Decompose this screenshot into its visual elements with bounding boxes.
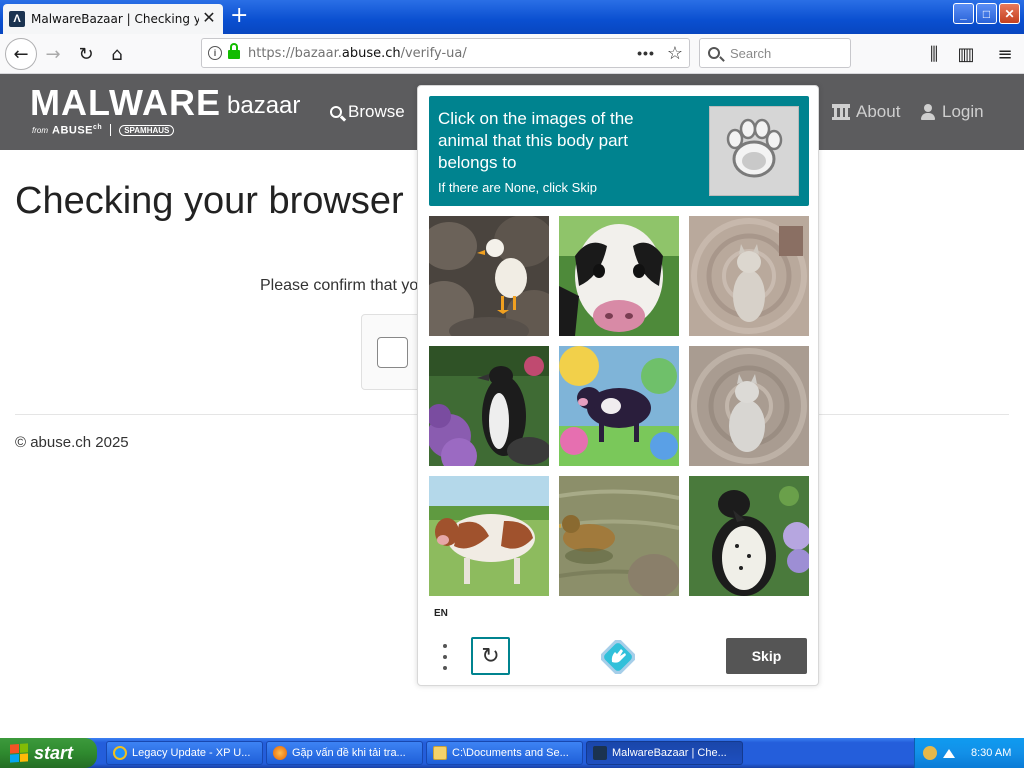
taskbar-item-label: Gặp vấn đề khi tải tra... (292, 747, 406, 759)
tab-title: MalwareBazaar | Checking your bro (31, 12, 199, 26)
url-domain: abuse.ch (341, 45, 401, 61)
sidebar-icon[interactable]: ▥ (954, 42, 978, 66)
logo-malware[interactable]: MALWARE (30, 82, 221, 124)
bookmark-star-icon[interactable]: ☆ (667, 43, 683, 64)
logo-from: from (32, 125, 48, 135)
confirm-text: Please confirm that you (260, 277, 428, 294)
start-button[interactable]: start (0, 738, 97, 768)
lock-icon (228, 43, 240, 59)
search-icon (330, 106, 342, 118)
minimize-button[interactable]: _ (953, 3, 974, 24)
browser-tab[interactable]: Λ MalwareBazaar | Checking your bro ✕ (3, 4, 223, 34)
taskbar-item-legacy-update[interactable]: Legacy Update - XP U... (106, 741, 263, 765)
image-tile-duck-water[interactable] (559, 476, 679, 596)
eject-icon[interactable] (943, 748, 955, 758)
search-placeholder: Search (730, 45, 772, 61)
search-icon (708, 47, 720, 59)
nav-login[interactable]: Login (920, 102, 984, 122)
title-bar: Λ MalwareBazaar | Checking your bro ✕ + … (0, 0, 1024, 34)
system-tray: 8:30 AM (914, 738, 1024, 768)
windows-flag-icon (10, 743, 28, 763)
taskbar-item-label: MalwareBazaar | Che... (612, 747, 727, 759)
image-tile-cow-field[interactable] (429, 476, 549, 596)
hcaptcha-logo-icon[interactable] (599, 638, 637, 676)
url-path: /verify-ua/ (400, 45, 467, 61)
reload-button[interactable]: ↻ (74, 42, 98, 66)
image-tile-cat-distorted[interactable] (689, 346, 809, 466)
skip-button[interactable]: Skip (726, 638, 807, 674)
nav-about[interactable]: About (832, 102, 900, 122)
site-info-icon[interactable]: i (208, 46, 222, 60)
home-button[interactable]: ⌂ (105, 42, 129, 66)
paw-print-example-icon (709, 106, 799, 196)
user-icon (920, 104, 936, 120)
captcha-checkbox[interactable] (377, 337, 408, 368)
folder-icon (433, 746, 447, 760)
challenge-prompt: Click on the images of the animal that t… (429, 96, 809, 206)
language-selector[interactable]: EN (434, 608, 448, 619)
malwarebazaar-favicon-icon: Λ (9, 11, 25, 27)
taskbar-item-label: C:\Documents and Se... (452, 747, 569, 759)
logo-abuse-text: ABUSE (52, 124, 94, 137)
taskbar-item-firefox[interactable]: Gặp vấn đề khi tải tra... (266, 741, 423, 765)
search-input[interactable]: Search (699, 38, 851, 68)
back-button[interactable]: ← (5, 38, 37, 70)
nav-login-label: Login (942, 102, 984, 121)
taskbar: start Legacy Update - XP U... Gặp vấn đề… (0, 738, 1024, 768)
navigation-toolbar: ← → ↻ ⌂ i https://bazaar.abuse.ch/verify… (0, 34, 1024, 74)
new-tab-button[interactable]: + (230, 5, 248, 27)
nav-about-label: About (856, 102, 901, 121)
image-tile-penguin-flowers[interactable] (429, 346, 549, 466)
maximize-button[interactable]: □ (976, 3, 997, 24)
logo-bazaar[interactable]: bazaar (227, 92, 300, 120)
page-title: Checking your browser (15, 180, 404, 222)
close-window-button[interactable]: ✕ (999, 3, 1020, 24)
image-tile-cow-colorful[interactable] (559, 346, 679, 466)
ie-icon (113, 746, 127, 760)
forward-button[interactable]: → (41, 42, 65, 66)
image-tile-cat-distorted[interactable] (689, 216, 809, 336)
clock[interactable]: 8:30 AM (971, 747, 1011, 759)
library-icon[interactable]: ⫼ (922, 42, 946, 66)
prompt-hint: If there are None, click Skip (438, 180, 597, 195)
taskbar-item-label: Legacy Update - XP U... (132, 747, 251, 759)
logo-separator (110, 124, 112, 137)
abuse-ch-logo: ABUSEch (52, 124, 102, 137)
image-tile-penguin-flowers[interactable] (689, 476, 809, 596)
refresh-challenge-button[interactable]: ↻ (471, 637, 510, 675)
nav-browse[interactable]: Browse (330, 102, 405, 122)
footer-copyright: © abuse.ch 2025 (15, 434, 129, 451)
institution-icon (832, 104, 850, 120)
url-text[interactable]: https://bazaar.abuse.ch/verify-ua/ (248, 46, 467, 61)
tab-close-icon[interactable]: ✕ (201, 11, 217, 27)
taskbar-item-explorer[interactable]: C:\Documents and Se... (426, 741, 583, 765)
image-tile-cow-face[interactable] (559, 216, 679, 336)
nav-browse-label: Browse (348, 102, 405, 121)
menu-icon[interactable]: ≡ (993, 42, 1017, 66)
malwarebazaar-icon (593, 746, 607, 760)
captcha-challenge-popup: Click on the images of the animal that t… (417, 85, 819, 686)
prompt-instruction: Click on the images of the animal that t… (438, 109, 634, 172)
security-shield-icon[interactable] (923, 746, 937, 760)
url-bar[interactable]: i https://bazaar.abuse.ch/verify-ua/ •••… (201, 38, 690, 68)
more-options-icon[interactable] (442, 644, 448, 670)
spamhaus-logo: SPAMHAUS (119, 124, 175, 136)
url-prefix: https://bazaar. (248, 45, 342, 61)
image-tile-duck-on-rocks[interactable] (429, 216, 549, 336)
logo-abuse-sup: ch (93, 124, 103, 131)
firefox-icon (273, 746, 287, 760)
start-label: start (34, 742, 74, 763)
page-actions-icon[interactable]: ••• (637, 45, 655, 61)
taskbar-item-malwarebazaar[interactable]: MalwareBazaar | Che... (586, 741, 743, 765)
logo-attribution: from ABUSEch SPAMHAUS (32, 124, 175, 137)
